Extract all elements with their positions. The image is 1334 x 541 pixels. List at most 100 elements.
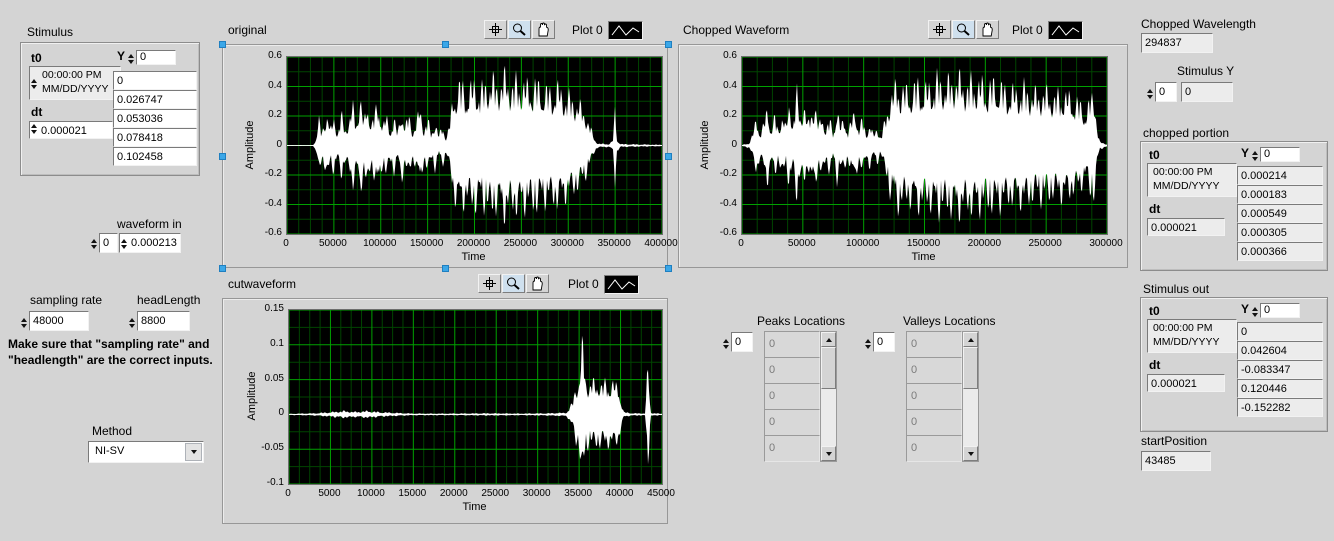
y-array-label: Y xyxy=(117,49,125,63)
instruction-note-line1: Make sure that "sampling rate" and xyxy=(8,336,209,352)
cursor-tool-button[interactable] xyxy=(928,20,951,39)
method-dropdown[interactable]: NI-SV xyxy=(88,441,204,463)
x-tick-label: 45000 xyxy=(629,488,693,499)
waveform-graph-chopped[interactable]: Amplitude Time 0.60.40.20-0.2-0.4-0.6050… xyxy=(678,44,1128,268)
selection-handle[interactable] xyxy=(219,153,226,160)
peaks-element: 0 xyxy=(764,383,820,410)
method-label: Method xyxy=(92,424,132,438)
sampling-rate-label: sampling rate xyxy=(30,293,102,307)
plot-area[interactable] xyxy=(741,56,1108,235)
t0-indicator: 00:00:00 PM MM/DD/YYYY xyxy=(1147,319,1237,353)
zoom-tool-button[interactable] xyxy=(508,20,531,39)
stimulus-out-cluster: t0 00:00:00 PM MM/DD/YYYY dt 0.000021 Y … xyxy=(1140,297,1328,432)
x-axis-label: Time xyxy=(741,251,1106,263)
selection-handle[interactable] xyxy=(442,265,449,272)
y-array-element[interactable]: 0.078418 xyxy=(113,128,197,147)
scroll-down-button[interactable] xyxy=(963,446,978,461)
y-tick-label: -0.05 xyxy=(242,442,284,453)
arrow-down-icon xyxy=(826,452,832,456)
hand-icon xyxy=(979,22,996,37)
head-length-spinner[interactable] xyxy=(128,315,136,331)
scrollbar-thumb[interactable] xyxy=(821,347,836,389)
plot-legend-label: Plot 0 xyxy=(568,277,599,291)
peaks-index-spinner[interactable] xyxy=(722,336,730,352)
waveform-in-index[interactable]: 0 xyxy=(99,233,118,253)
waveform-graph-original[interactable]: Amplitude Time 0.60.40.20-0.2-0.4-0.6050… xyxy=(222,44,668,268)
scroll-up-button[interactable] xyxy=(821,332,836,347)
y-array-element: -0.152282 xyxy=(1237,398,1323,417)
y-index-spinner[interactable] xyxy=(127,51,135,67)
plot-line-sample xyxy=(608,21,643,40)
plot-area[interactable] xyxy=(286,56,663,235)
sampling-rate-spinner[interactable] xyxy=(20,315,28,331)
peaks-element: 0 xyxy=(764,435,820,462)
selection-handle[interactable] xyxy=(219,41,226,48)
t0-time-value: 00:00:00 PM xyxy=(1153,321,1233,335)
instruction-note-line2: "headlength" are the correct inputs. xyxy=(8,352,213,368)
y-array-element[interactable]: 0 xyxy=(113,71,197,90)
plot-area[interactable] xyxy=(288,309,663,485)
crosshair-icon xyxy=(481,276,498,291)
y-array-element[interactable]: 0.102458 xyxy=(113,147,197,166)
cursor-tool-button[interactable] xyxy=(478,274,501,293)
y-tick-label: 0 xyxy=(695,139,737,150)
selection-handle[interactable] xyxy=(665,153,672,160)
y-tick-label: 0.05 xyxy=(242,373,284,384)
stimulus-y-index-spinner[interactable] xyxy=(1146,86,1154,102)
plot-line-icon xyxy=(606,277,637,292)
y-index-field[interactable]: 0 xyxy=(1260,147,1300,162)
y-index-spinner[interactable] xyxy=(1251,148,1259,164)
head-length-field[interactable]: 8800 xyxy=(137,311,190,331)
chopped-wavelength-value: 294837 xyxy=(1141,33,1213,53)
waveform-in-index-spinner[interactable] xyxy=(90,236,98,252)
plot-legend-original[interactable]: Plot 0 xyxy=(572,20,643,40)
y-array-element[interactable]: 0.026747 xyxy=(113,90,197,109)
y-tick-label: 0.2 xyxy=(695,109,737,120)
dt-indicator: 0.000021 xyxy=(1147,218,1225,236)
selection-handle[interactable] xyxy=(665,265,672,272)
magnifier-icon xyxy=(511,22,528,37)
waveform-in-value[interactable]: 0.000213 xyxy=(119,233,181,253)
scroll-up-button[interactable] xyxy=(963,332,978,347)
t0-spinner[interactable] xyxy=(30,75,38,93)
y-array-element[interactable]: 0.053036 xyxy=(113,109,197,128)
waveform-in-value-spinner[interactable] xyxy=(120,236,128,252)
dt-control[interactable]: 0.000021 xyxy=(29,121,113,139)
zoom-tool-button[interactable] xyxy=(502,274,525,293)
plot-legend-cutwaveform[interactable]: Plot 0 xyxy=(568,274,639,294)
dt-indicator: 0.000021 xyxy=(1147,374,1225,392)
selection-handle[interactable] xyxy=(665,41,672,48)
valleys-index-field[interactable]: 0 xyxy=(873,332,895,352)
graph-title-original: original xyxy=(228,23,267,37)
scrollbar-thumb[interactable] xyxy=(963,347,978,389)
selection-handle[interactable] xyxy=(442,41,449,48)
zoom-tool-button[interactable] xyxy=(952,20,975,39)
selection-handle[interactable] xyxy=(219,265,226,272)
sampling-rate-field[interactable]: 48000 xyxy=(29,311,89,331)
plot-legend-chopped[interactable]: Plot 0 xyxy=(1012,20,1083,40)
start-position-label: startPosition xyxy=(1141,434,1207,448)
pan-tool-button[interactable] xyxy=(532,20,555,39)
t0-control[interactable]: 00:00:00 PM MM/DD/YYYY xyxy=(29,66,121,100)
cursor-tool-button[interactable] xyxy=(484,20,507,39)
y-index-spinner[interactable] xyxy=(1251,304,1259,320)
graph-palette-chopped xyxy=(928,20,999,39)
y-index-field[interactable]: 0 xyxy=(1260,303,1300,318)
valleys-index-spinner[interactable] xyxy=(864,336,872,352)
y-array-element: 0.000305 xyxy=(1237,223,1323,242)
stimulus-y-index-field[interactable]: 0 xyxy=(1155,82,1177,102)
t0-label: t0 xyxy=(31,51,42,65)
valleys-scrollbar[interactable] xyxy=(962,331,979,462)
pan-tool-button[interactable] xyxy=(526,274,549,293)
scroll-down-button[interactable] xyxy=(821,446,836,461)
y-tick-label: 0.4 xyxy=(240,80,282,91)
dropdown-arrow-button[interactable] xyxy=(185,443,202,461)
pan-tool-button[interactable] xyxy=(976,20,999,39)
y-index-field[interactable]: 0 xyxy=(136,50,176,65)
dt-spinner[interactable] xyxy=(30,122,38,136)
x-tick-label: 250000 xyxy=(1013,238,1077,249)
peaks-scrollbar[interactable] xyxy=(820,331,837,462)
dt-label: dt xyxy=(31,105,42,119)
peaks-index-field[interactable]: 0 xyxy=(731,332,753,352)
waveform-graph-cutwaveform[interactable]: Amplitude Time 0.150.10.050-0.05-0.10500… xyxy=(222,298,668,524)
